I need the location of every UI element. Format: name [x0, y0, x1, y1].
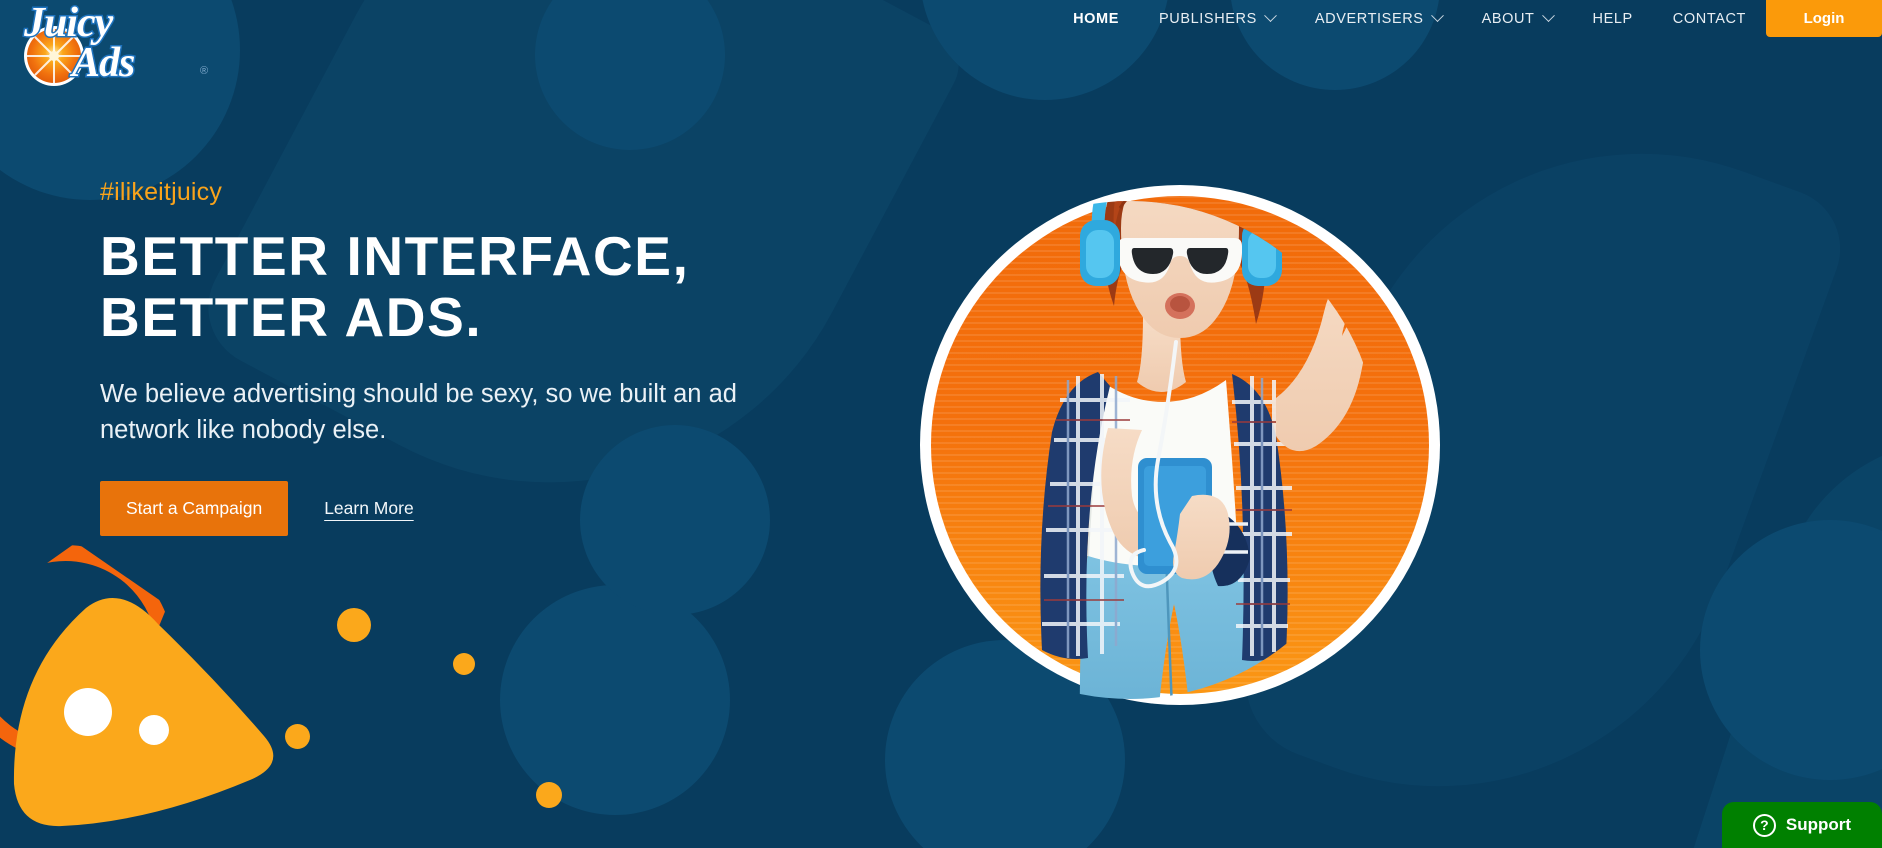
- nav-item-advertisers[interactable]: ADVERTISERS: [1295, 0, 1462, 37]
- site-logo[interactable]: Juicy Ads ®: [12, 0, 227, 95]
- question-mark-circle-icon: ?: [1752, 813, 1776, 837]
- hero-image: [920, 185, 1440, 705]
- hero-cta-row: Start a Campaign Learn More: [100, 480, 820, 536]
- amber-dot: [337, 608, 371, 642]
- nav-item-contact[interactable]: CONTACT: [1653, 0, 1766, 37]
- hero-headline: BETTER INTERFACE, BETTER ADS.: [100, 225, 820, 349]
- background-circle: [500, 585, 730, 815]
- background-circle: [1700, 520, 1882, 780]
- nav-label: PUBLISHERS: [1159, 10, 1257, 27]
- chevron-down-icon: [1264, 9, 1277, 23]
- hero-headline-line1: BETTER INTERFACE,: [100, 225, 690, 287]
- page-stage: Juicy Ads ® HOME PUBLISHERS ADVERTISERS …: [0, 0, 1882, 848]
- background-slab: [1681, 392, 1882, 848]
- juicy-ads-logo-icon: Juicy Ads ®: [22, 0, 209, 88]
- nav-item-publishers[interactable]: PUBLISHERS: [1139, 0, 1295, 37]
- login-button[interactable]: Login: [1766, 0, 1882, 37]
- registered-mark: ®: [200, 65, 208, 77]
- hero-subline: We believe advertising should be sexy, s…: [100, 380, 737, 445]
- hero-content: #ilikeitjuicy BETTER INTERFACE, BETTER A…: [100, 178, 820, 536]
- svg-text:Ads: Ads: [69, 40, 135, 86]
- nav-label: HOME: [1073, 10, 1120, 27]
- hero-model-illustration: [1040, 201, 1379, 699]
- nav-label: ABOUT: [1481, 10, 1535, 27]
- orange-arc-shape: [0, 531, 187, 774]
- hero-hashtag: #ilikeitjuicy: [100, 178, 223, 206]
- hero-headline-line2: BETTER ADS.: [100, 286, 483, 349]
- chevron-down-icon: [1430, 9, 1444, 23]
- learn-more-link[interactable]: Learn More: [324, 498, 414, 519]
- nav-label: CONTACT: [1672, 10, 1746, 27]
- site-header: HOME PUBLISHERS ADVERTISERS ABOUT HELP C…: [0, 0, 1882, 37]
- start-campaign-button[interactable]: Start a Campaign: [100, 480, 289, 536]
- amber-dot: [453, 653, 475, 675]
- nav-label: ADVERTISERS: [1314, 10, 1424, 27]
- nav-item-help[interactable]: HELP: [1573, 0, 1653, 37]
- amber-dot: [285, 724, 310, 749]
- main-navigation: HOME PUBLISHERS ADVERTISERS ABOUT HELP C…: [1053, 0, 1766, 37]
- amber-wedge-shape: [13, 598, 274, 827]
- nav-label: HELP: [1592, 10, 1633, 27]
- support-widget-label: Support: [1785, 815, 1852, 834]
- support-widget-button[interactable]: ? Support: [1722, 802, 1882, 848]
- amber-dot: [536, 782, 562, 808]
- chevron-down-icon: [1541, 9, 1555, 23]
- nav-item-about[interactable]: ABOUT: [1462, 0, 1573, 37]
- nav-item-home[interactable]: HOME: [1053, 0, 1139, 37]
